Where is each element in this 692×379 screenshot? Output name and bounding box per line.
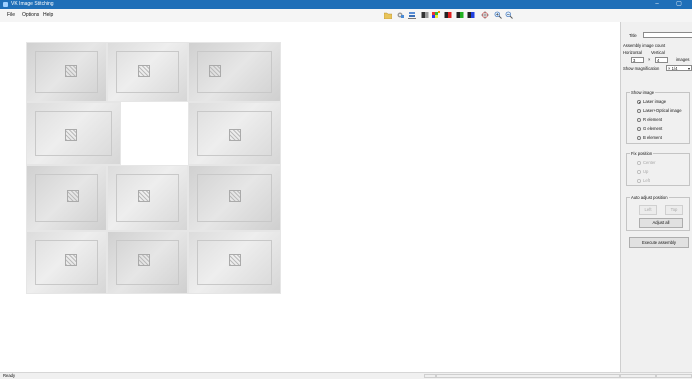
red-icon[interactable] (444, 11, 452, 19)
auto-adjust-group: Auto adjust position Left Top Adjust all (626, 195, 690, 231)
radio-b-element[interactable] (637, 136, 641, 140)
crosshair-icon[interactable] (481, 11, 489, 19)
vertical-label: Vertical (651, 50, 665, 55)
fix-position-group: Fix position Center Up Left (626, 151, 690, 186)
up-label: Up (643, 169, 649, 174)
chevron-down-icon: ▾ (687, 66, 690, 71)
window-title: VK Image Stitching (11, 1, 54, 7)
top-button[interactable]: Top (665, 205, 683, 215)
menu-bar: File Options Help (0, 9, 692, 23)
menu-file[interactable]: File (7, 12, 15, 19)
radio-laser-image[interactable] (637, 100, 641, 104)
radio-laser-optical-image[interactable] (637, 109, 641, 113)
image-tile (188, 165, 281, 231)
green-icon[interactable] (456, 11, 464, 19)
magnification-select[interactable]: × 1/4 ▾ (666, 65, 692, 71)
image-tile (107, 231, 188, 294)
radio-up[interactable] (637, 170, 641, 174)
vertical-count-input[interactable]: 4 (655, 57, 668, 63)
adjust-all-button[interactable]: Adjust all (639, 218, 683, 228)
stitched-image (26, 42, 281, 294)
minimize-button[interactable]: – (650, 0, 664, 9)
center-label: Center (643, 160, 656, 165)
g-element-label: G element (643, 126, 663, 131)
image-tile (188, 102, 281, 165)
show-image-legend: Show image (630, 90, 656, 95)
radio-left[interactable] (637, 179, 641, 183)
maximize-button[interactable]: ▢ (672, 0, 686, 9)
laser-optical-label: Laser+Optical image (643, 108, 682, 113)
image-tile (188, 42, 281, 102)
grayscale-icon[interactable] (421, 11, 429, 19)
menu-options[interactable]: Options (22, 12, 39, 19)
open-folder-icon[interactable] (384, 11, 392, 19)
status-text: Ready (3, 373, 16, 378)
radio-g-element[interactable] (637, 127, 641, 131)
magnification-label: Show magnification (623, 66, 660, 71)
zoom-out-icon[interactable] (505, 11, 513, 19)
image-tile (107, 165, 188, 231)
title-bar: VK Image Stitching – ▢ (0, 0, 692, 9)
progress-bar (436, 374, 620, 378)
status-segment (620, 374, 656, 378)
title-label: Title (629, 33, 637, 38)
menu-help[interactable]: Help (43, 12, 53, 19)
image-tile (188, 231, 281, 294)
image-viewport[interactable] (0, 22, 620, 372)
status-segment (656, 374, 692, 378)
image-tile (26, 231, 107, 294)
times-sign: × (648, 57, 651, 62)
stack-icon[interactable] (408, 11, 416, 19)
image-tile (26, 102, 121, 165)
zoom-in-icon[interactable] (494, 11, 502, 19)
title-input[interactable] (643, 32, 692, 38)
fix-position-legend: Fix position (630, 151, 654, 156)
magnification-value: × 1/4 (668, 66, 678, 71)
image-tile (107, 42, 188, 102)
image-tile (26, 42, 107, 102)
image-tile-empty (121, 102, 188, 165)
show-image-group: Show image Laser image Laser+Optical ima… (626, 90, 690, 144)
horizontal-count-input[interactable]: 3 (631, 57, 644, 63)
blue-icon[interactable] (467, 11, 475, 19)
images-label: images (676, 57, 690, 62)
auto-adjust-legend: Auto adjust position (630, 195, 669, 200)
execute-assembly-button[interactable]: Execute assembly (629, 237, 689, 248)
b-element-label: B element (643, 135, 662, 140)
color-icon[interactable] (432, 11, 440, 19)
image-tile (26, 165, 107, 231)
assembly-count-label: Assembly image count (623, 43, 666, 48)
left-button[interactable]: Left (639, 205, 657, 215)
app-icon (3, 2, 8, 7)
radio-center[interactable] (637, 161, 641, 165)
settings-icon[interactable] (396, 11, 404, 19)
r-element-label: R element (643, 117, 663, 122)
status-segment (424, 374, 436, 378)
radio-r-element[interactable] (637, 118, 641, 122)
left-label: Left (643, 178, 650, 183)
horizontal-label: Horizontal (623, 50, 642, 55)
laser-image-label: Laser image (643, 99, 667, 104)
control-panel: Title Assembly image count Horizontal Ve… (620, 22, 692, 372)
